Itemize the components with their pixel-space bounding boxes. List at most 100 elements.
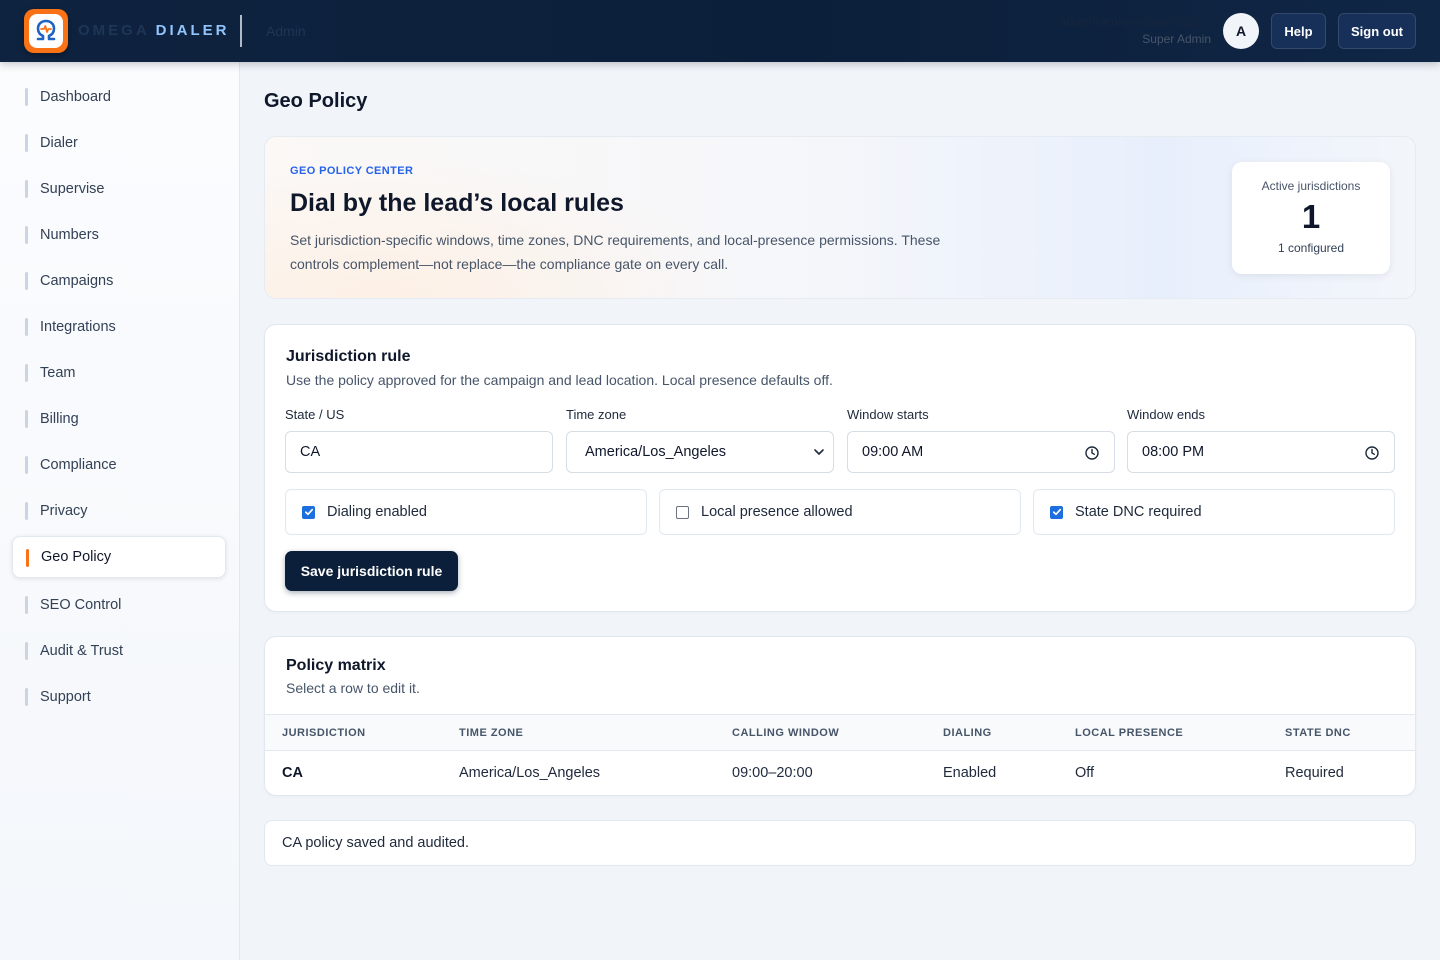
cell-jurisdiction: CA (282, 765, 303, 781)
column-header-local-presence: LOCAL PRESENCE (1075, 727, 1184, 739)
sign-out-button[interactable]: Sign out (1338, 13, 1416, 49)
sidebar: Dashboard Dialer Supervise Numbers Campa… (0, 62, 240, 960)
local-presence-toggle[interactable]: Local presence allowed (659, 489, 1021, 535)
sidebar-item-campaigns[interactable]: Campaigns (12, 260, 226, 302)
sidebar-item-label: Dialer (40, 135, 78, 151)
card-subtitle: Select a row to edit it. (286, 680, 420, 696)
cell-dialing: Enabled (943, 765, 997, 781)
help-button[interactable]: Help (1271, 13, 1326, 49)
nav-indicator (25, 642, 28, 660)
clock-icon[interactable] (1084, 445, 1100, 461)
user-role: Super Admin (1142, 32, 1211, 46)
card-title: Policy matrix (286, 657, 386, 674)
sidebar-item-support[interactable]: Support (12, 676, 226, 718)
policy-matrix-card: Policy matrix Select a row to edit it. J… (264, 636, 1416, 796)
user-email: adamfrankwoodward@g... (1059, 14, 1211, 29)
sidebar-item-supervise[interactable]: Supervise (12, 168, 226, 210)
sidebar-item-billing[interactable]: Billing (12, 398, 226, 440)
hero-title: Dial by the lead’s local rules (290, 189, 624, 217)
sidebar-item-privacy[interactable]: Privacy (12, 490, 226, 532)
clock-icon[interactable] (1364, 445, 1380, 461)
dialing-enabled-toggle[interactable]: Dialing enabled (285, 489, 647, 535)
checkbox-unchecked[interactable] (676, 505, 689, 519)
hero-description: Set jurisdiction-specific windows, time … (290, 232, 941, 272)
state-dnc-toggle[interactable]: State DNC required (1033, 489, 1395, 535)
state-input[interactable]: CA (285, 431, 553, 473)
page-title: Geo Policy (264, 90, 368, 112)
state-value: CA (300, 444, 321, 460)
nav-indicator (25, 502, 28, 520)
sidebar-item-numbers[interactable]: Numbers (12, 214, 226, 256)
window-start-input[interactable]: 09:00 AM (847, 431, 1115, 473)
status-message: CA policy saved and audited. (282, 835, 470, 851)
sidebar-item-label: Campaigns (40, 273, 114, 289)
stat-subtext: 1 configured (1277, 241, 1345, 255)
avatar[interactable]: A (1223, 13, 1259, 49)
window-start-label: Window starts (847, 407, 929, 422)
hero-eyebrow: GEO POLICY CENTER (290, 165, 414, 177)
sidebar-item-dialer[interactable]: Dialer (12, 122, 226, 164)
window-end-label: Window ends (1127, 407, 1206, 422)
checkbox-label: Local presence allowed (701, 504, 853, 520)
nav-indicator (25, 456, 28, 474)
sidebar-item-label: SEO Control (40, 597, 122, 613)
timezone-value: America/Los_Angeles (585, 444, 727, 460)
sidebar-item-team[interactable]: Team (12, 352, 226, 394)
table-row[interactable]: CA America/Los_Angeles 09:00–20:00 Enabl… (265, 751, 1415, 795)
nav-indicator (25, 688, 28, 706)
window-start-value: 09:00 AM (862, 444, 924, 460)
column-header-calling-window: CALLING WINDOW (732, 727, 840, 739)
sidebar-item-label: Numbers (40, 227, 99, 243)
sidebar-item-geo-policy[interactable]: Geo Policy (12, 536, 226, 578)
cell-state-dnc: Required (1285, 765, 1344, 781)
nav-indicator (25, 180, 28, 198)
checkbox-checked[interactable] (302, 505, 315, 519)
stat-label: Active jurisdictions (1261, 179, 1361, 193)
top-bar: OMEGA DIALER Admin adamfrankwoodward@g...… (0, 0, 1440, 62)
sidebar-item-integrations[interactable]: Integrations (12, 306, 226, 348)
checkmark-icon (304, 508, 313, 516)
sidebar-item-label: Audit & Trust (40, 643, 124, 659)
user-info: adamfrankwoodward@g... Super Admin (1059, 14, 1211, 47)
sidebar-item-seo-control[interactable]: SEO Control (12, 584, 226, 626)
nav-indicator-active (26, 549, 29, 567)
card-subtitle: Use the policy approved for the campaign… (286, 372, 833, 388)
sidebar-item-compliance[interactable]: Compliance (12, 444, 226, 486)
stat-value: 1 (1301, 198, 1321, 235)
section-label: Admin (266, 23, 306, 39)
column-header-time-zone: TIME ZONE (459, 727, 524, 739)
checkbox-label: Dialing enabled (327, 504, 427, 520)
jurisdiction-rule-card: Jurisdiction rule Use the policy approve… (264, 324, 1416, 612)
cell-local-presence: Off (1075, 765, 1095, 781)
brand-name: OMEGA DIALER (78, 22, 230, 39)
status-notice: CA policy saved and audited. (264, 820, 1416, 866)
checkbox-checked[interactable] (1050, 505, 1063, 519)
column-header-state-dnc: STATE DNC (1285, 727, 1351, 739)
sidebar-item-label: Integrations (40, 319, 116, 335)
cell-calling-window: 09:00–20:00 (732, 765, 813, 781)
header-divider (240, 15, 242, 47)
sidebar-item-label: Geo Policy (41, 549, 112, 565)
sidebar-item-label: Team (40, 365, 76, 381)
brand-omega: OMEGA (78, 22, 150, 39)
nav-indicator (25, 364, 28, 382)
omega-logo[interactable] (24, 9, 68, 53)
sidebar-item-audit-trust[interactable]: Audit & Trust (12, 630, 226, 672)
sidebar-item-label: Compliance (40, 457, 117, 473)
sidebar-item-label: Supervise (40, 181, 105, 197)
column-header-dialing: DIALING (943, 727, 992, 739)
table-header: JURISDICTION TIME ZONE CALLING WINDOW DI… (265, 714, 1415, 751)
sidebar-item-label: Support (40, 689, 91, 705)
nav-indicator (25, 88, 28, 106)
active-jurisdictions-card: Active jurisdictions 1 1 configured (1232, 162, 1390, 274)
save-jurisdiction-rule-button[interactable]: Save jurisdiction rule (285, 551, 458, 591)
sidebar-item-dashboard[interactable]: Dashboard (12, 76, 226, 118)
timezone-label: Time zone (566, 407, 627, 422)
checkmark-icon (1052, 508, 1061, 516)
hero-banner: GEO POLICY CENTER Dial by the lead’s loc… (264, 136, 1416, 299)
omega-icon (29, 14, 63, 48)
column-header-jurisdiction: JURISDICTION (282, 727, 366, 739)
timezone-select[interactable]: America/Los_Angeles (566, 431, 834, 473)
window-end-input[interactable]: 08:00 PM (1127, 431, 1395, 473)
nav-indicator (25, 272, 28, 290)
